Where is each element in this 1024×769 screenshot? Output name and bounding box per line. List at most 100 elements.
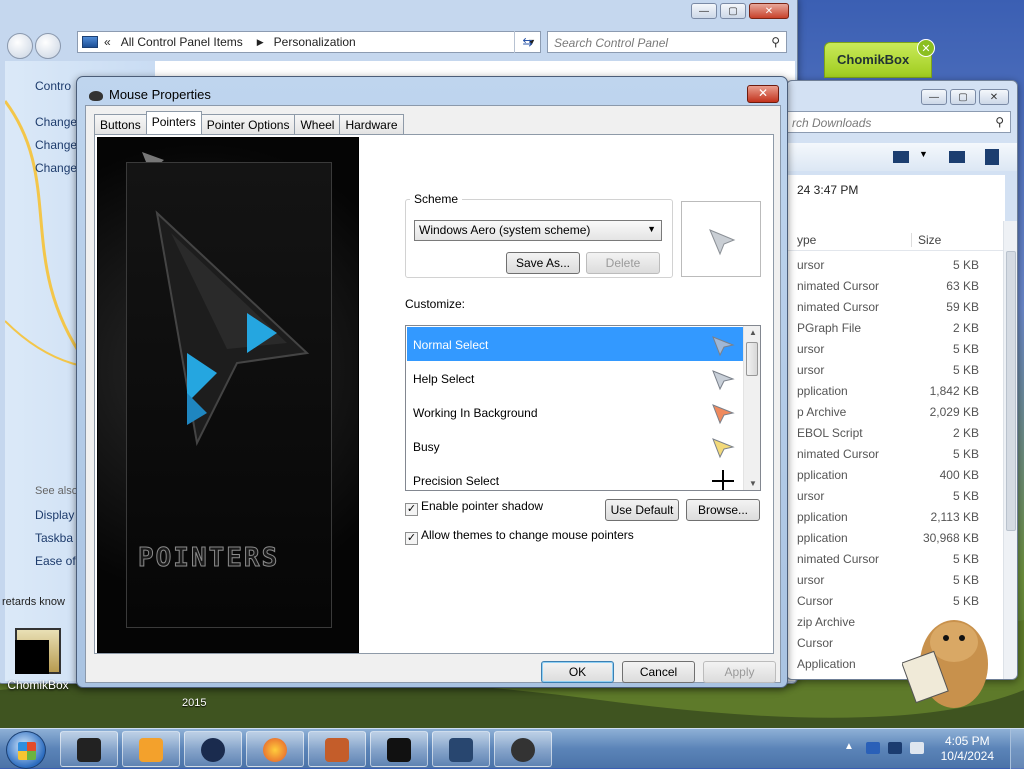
checkbox-checked-icon[interactable]: ✓	[405, 532, 418, 545]
file-row[interactable]: p Archive 2,029 KB	[787, 402, 1005, 423]
breadcrumb-all-items[interactable]: All Control Panel Items	[121, 35, 243, 49]
close-button[interactable]: ✕	[749, 3, 789, 19]
downloads-minimize-button[interactable]: —	[921, 89, 947, 105]
scroll-thumb[interactable]	[1006, 251, 1016, 531]
back-button[interactable]	[7, 33, 33, 59]
allow-themes-checkbox[interactable]: ✓ Allow themes to change mouse pointers	[405, 528, 634, 545]
dialog-close-button[interactable]: ✕	[747, 85, 779, 103]
windows-logo-icon	[18, 742, 36, 760]
search-icon[interactable]: ⚲	[771, 35, 780, 49]
taskbar-mouse[interactable]	[494, 731, 552, 767]
chomikbox-tab[interactable]: ChomikBox ✕	[824, 39, 935, 78]
forward-button[interactable]	[35, 33, 61, 59]
taskbar-app-2[interactable]	[122, 731, 180, 767]
file-row[interactable]: pplication 1,842 KB	[787, 381, 1005, 402]
file-row[interactable]: pplication 2,113 KB	[787, 507, 1005, 528]
address-bar[interactable]: « All Control Panel Items ▶ Personalizat…	[77, 31, 541, 53]
maximize-button[interactable]: ▢	[720, 3, 746, 19]
search-icon[interactable]: ⚲	[995, 115, 1004, 129]
taskbar-firefox[interactable]	[246, 731, 304, 767]
file-row[interactable]: pplication 400 KB	[787, 465, 1005, 486]
search-input[interactable]: Search Control Panel ⚲	[547, 31, 787, 53]
cursor-list-item[interactable]: Help Select	[407, 361, 743, 395]
start-button[interactable]	[6, 731, 46, 769]
network-icon[interactable]	[866, 742, 880, 754]
file-row[interactable]: pplication 30,968 KB	[787, 528, 1005, 549]
file-row[interactable]: ursor 5 KB	[787, 339, 1005, 360]
see-also-taskbar[interactable]: Taskba	[35, 531, 73, 545]
help-icon[interactable]	[985, 149, 999, 165]
see-also-display[interactable]: Display	[35, 508, 74, 522]
see-also-ease[interactable]: Ease of	[35, 554, 76, 568]
view-options-icon[interactable]	[893, 151, 909, 163]
preview-pane-icon[interactable]	[949, 151, 965, 163]
show-desktop-button[interactable]	[1010, 729, 1024, 769]
monitor-icon[interactable]	[888, 742, 902, 754]
checkbox-checked-icon[interactable]: ✓	[405, 503, 418, 516]
taskbar-control-panel[interactable]	[432, 731, 490, 767]
sidebar-link-1[interactable]: Change	[35, 115, 77, 129]
downloads-scrollbar[interactable]	[1003, 221, 1017, 679]
file-row[interactable]: ursor 5 KB	[787, 486, 1005, 507]
ok-button[interactable]: OK	[541, 661, 614, 683]
cursor-list-item[interactable]: Precision Select	[407, 463, 743, 490]
allow-themes-label: Allow themes to change mouse pointers	[421, 528, 634, 542]
scroll-down-icon[interactable]: ▼	[749, 479, 757, 488]
sidebar-link-3[interactable]: Change	[35, 161, 77, 175]
tab-pointers[interactable]: Pointers	[145, 111, 202, 134]
downloads-search-input[interactable]: rch Downloads ⚲	[787, 111, 1011, 133]
view-dropdown-icon[interactable]: ▼	[919, 149, 928, 159]
enable-shadow-checkbox[interactable]: ✓ Enable pointer shadow	[405, 499, 543, 516]
cursor-list-item[interactable]: Normal Select	[407, 327, 743, 361]
file-row[interactable]: ursor 5 KB	[787, 360, 1005, 381]
column-type[interactable]: ype	[797, 233, 816, 247]
file-row[interactable]: nimated Cursor 59 KB	[787, 297, 1005, 318]
apply-button[interactable]: Apply	[703, 661, 776, 683]
tab-wheel[interactable]: Wheel	[294, 114, 341, 134]
file-row[interactable]: ursor 5 KB	[787, 255, 1005, 276]
column-size[interactable]: Size	[911, 233, 941, 247]
taskbar-app-5[interactable]	[308, 731, 366, 767]
scroll-up-icon[interactable]: ▲	[749, 328, 757, 337]
tab-buttons[interactable]: Buttons	[94, 114, 147, 134]
volume-icon[interactable]	[910, 742, 924, 754]
scroll-thumb[interactable]	[746, 342, 758, 376]
preview-logo: POINTERS	[137, 543, 280, 574]
cursor-list-scrollbar[interactable]: ▲ ▼	[743, 326, 760, 490]
sidebar-link-2[interactable]: Change	[35, 138, 77, 152]
delete-button[interactable]: Delete	[586, 252, 660, 274]
cursor-preview-box	[681, 201, 761, 277]
cursor-list-item[interactable]: Busy	[407, 429, 743, 463]
show-hidden-icons-arrow[interactable]: ▲	[844, 741, 854, 752]
cancel-button[interactable]: Cancel	[622, 661, 695, 683]
tab-hardware[interactable]: Hardware	[339, 114, 404, 134]
downloads-maximize-button[interactable]: ▢	[950, 89, 976, 105]
downloads-close-button[interactable]: ✕	[979, 89, 1009, 105]
file-row[interactable]: nimated Cursor 5 KB	[787, 444, 1005, 465]
breadcrumb-personalization[interactable]: Personalization	[274, 35, 356, 49]
taskbar-app-3[interactable]	[184, 731, 242, 767]
taskbar-unity[interactable]	[370, 731, 428, 767]
file-row[interactable]: ursor 5 KB	[787, 570, 1005, 591]
file-type: ursor	[797, 342, 825, 356]
chomikbox-close-icon[interactable]: ✕	[917, 39, 935, 57]
tab-pointer-options[interactable]: Pointer Options	[200, 114, 296, 134]
file-row[interactable]: EBOL Script 2 KB	[787, 423, 1005, 444]
desktop-icon-chomikbox[interactable]: ChomikBox	[2, 628, 74, 698]
taskbar-app-1[interactable]	[60, 731, 118, 767]
breadcrumb-arrow-icon[interactable]: ▶	[257, 37, 264, 48]
file-row[interactable]: nimated Cursor 5 KB	[787, 549, 1005, 570]
scheme-select[interactable]: Windows Aero (system scheme) ▼	[414, 220, 662, 241]
cursor-list-item[interactable]: Working In Background	[407, 395, 743, 429]
file-row[interactable]: PGraph File 2 KB	[787, 318, 1005, 339]
file-row[interactable]: Cursor 5 KB	[787, 591, 1005, 612]
browse-button[interactable]: Browse...	[686, 499, 760, 521]
use-default-button[interactable]: Use Default	[605, 499, 679, 521]
sidebar-title[interactable]: Contro	[35, 79, 71, 93]
refresh-button[interactable]: ⇆	[514, 31, 540, 53]
cursor-list[interactable]: Normal Select Help Select Working In Backg…	[405, 325, 761, 491]
clock[interactable]: 4:05 PM 10/4/2024	[941, 734, 994, 764]
save-as-button[interactable]: Save As...	[506, 252, 580, 274]
file-row[interactable]: nimated Cursor 63 KB	[787, 276, 1005, 297]
minimize-button[interactable]: —	[691, 3, 717, 19]
